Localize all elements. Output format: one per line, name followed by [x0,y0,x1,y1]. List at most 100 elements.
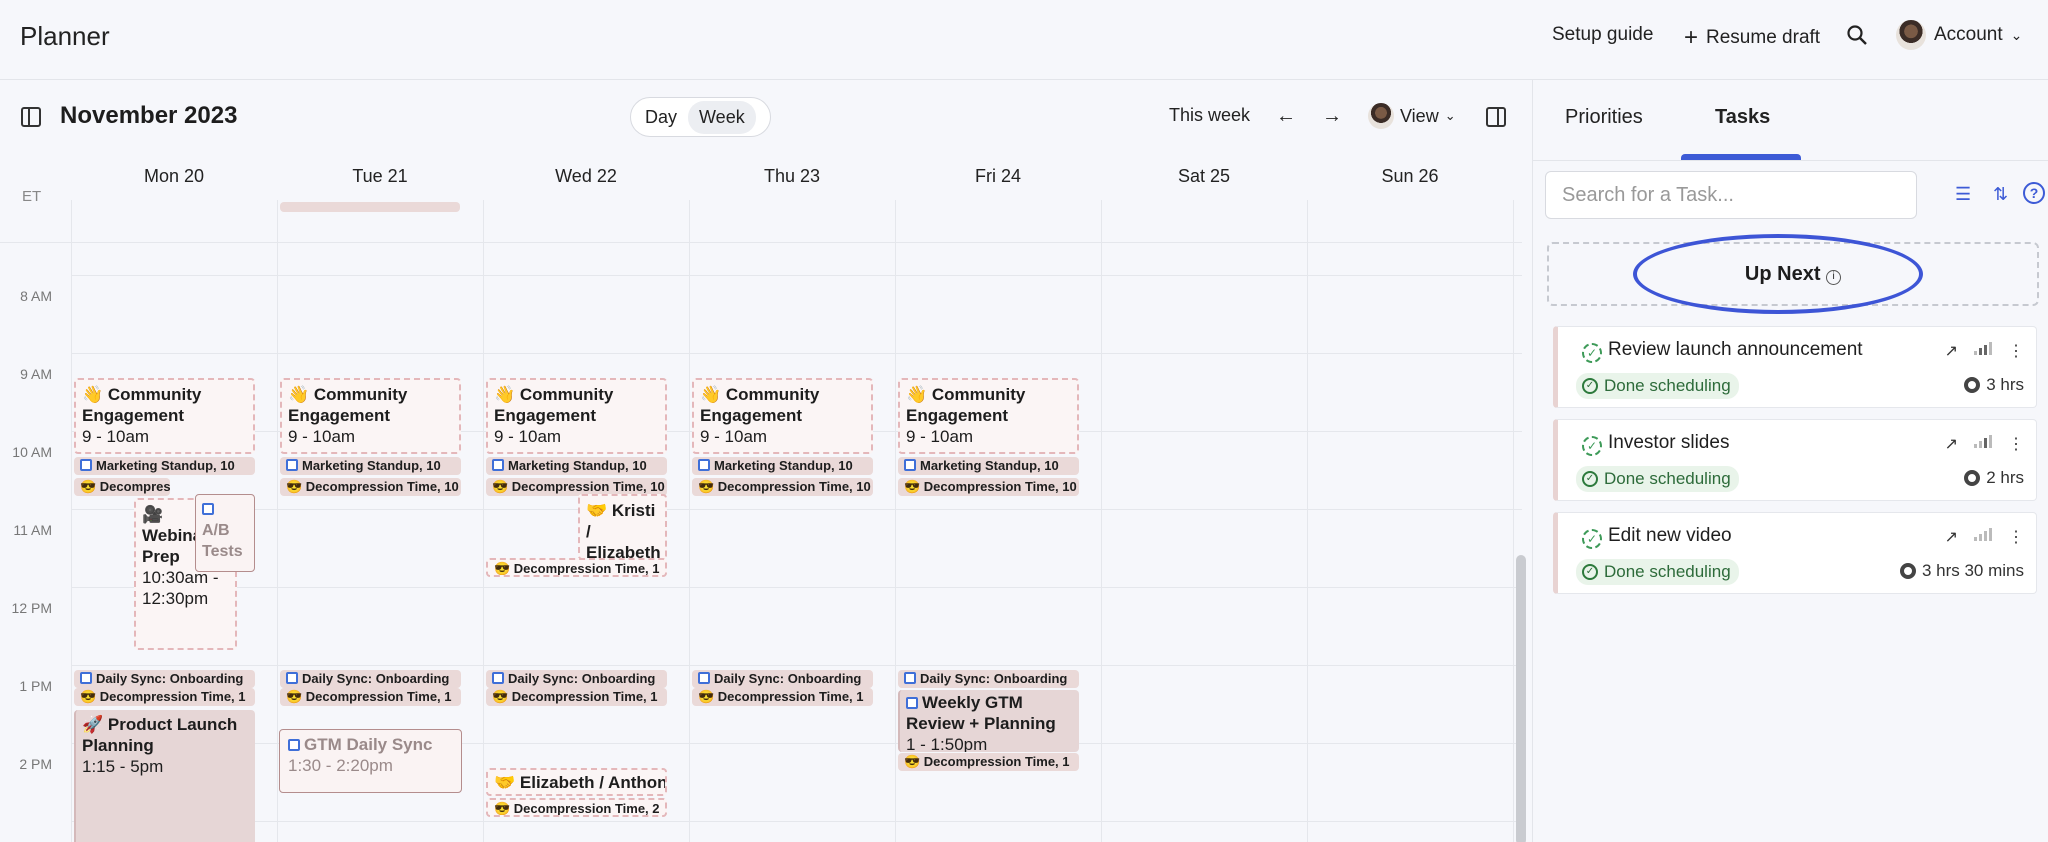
task-card[interactable]: ✓ Investor slides ↗ ⋮ ✓ Done scheduling 2… [1553,419,2037,501]
hour-label: 9 AM [20,366,52,382]
calendar-event[interactable]: 😎 Decompression Time, 10 [74,478,170,496]
this-week-button[interactable]: This week [1169,105,1250,126]
calendar-icon [288,739,300,751]
day-header[interactable]: Wed 22 [483,166,689,187]
calendar-event[interactable]: Weekly GTM Review + Planning 1 - 1:50pm [898,690,1079,752]
calendar-grid[interactable]: 8 AM 9 AM 10 AM 11 AM 12 PM 1 PM 2 PM 👋 … [0,200,1532,842]
calendar-event[interactable]: Marketing Standup, 10 [486,457,667,475]
calendar-event[interactable]: 😎 Decompression Time, 10 [280,478,461,496]
more-icon[interactable]: ⋮ [2008,434,2024,454]
hour-label: 10 AM [12,444,52,460]
calendar-event[interactable]: GTM Daily Sync 1:30 - 2:20pm [279,729,462,793]
calendar-event[interactable]: 😎 Decompression Time, 1 [898,753,1079,771]
divider [1533,160,2048,161]
scrollbar[interactable] [1516,555,1526,842]
calendar-event[interactable]: 👋 Community Engagement 9 - 10am [898,378,1079,454]
calendar-event[interactable]: Daily Sync: Onboarding [486,670,667,688]
calendar-event[interactable]: 👋 Community Engagement 9 - 10am [692,378,873,454]
tab-tasks[interactable]: Tasks [1715,106,1770,129]
task-card[interactable]: ✓ Edit new video ↗ ⋮ ✓ Done scheduling 3 … [1553,512,2037,594]
hour-line [0,242,1522,243]
day-header[interactable]: Thu 23 [689,166,895,187]
calendar-event[interactable]: 😎 Decompression Time, 1 [692,688,873,706]
day-header[interactable]: Fri 24 [895,166,1101,187]
calendar-event[interactable]: Daily Sync: Onboarding [280,670,461,688]
calendar-event[interactable]: 😎 Decompression Time, 1 [74,688,255,706]
calendar-event[interactable]: 😎 Decompression Time, 10 [692,478,873,496]
calendar-event[interactable]: 🤝 Elizabeth / Anthony [486,768,667,796]
calendar-icon [286,672,298,684]
task-name: Investor slides [1608,432,1730,453]
priority-bars-icon[interactable] [1974,341,1992,355]
event-title: A/B Tests [202,522,243,560]
arrow-right-icon[interactable]: → [1322,105,1342,128]
account-menu[interactable]: Account ⌄ [1896,20,2022,50]
calendar-event[interactable]: 😎 Decompression Time, 2 [486,798,667,817]
priority-bars-icon[interactable] [1974,527,1992,541]
search-button[interactable] [1846,24,1868,46]
open-arrow-icon[interactable]: ↗ [1945,434,1958,454]
open-arrow-icon[interactable]: ↗ [1945,341,1958,361]
calendar-event[interactable]: 😎 Decompression Time, 1 [486,558,667,577]
calendar-event[interactable]: A/B Tests [195,494,255,572]
filter-icon[interactable]: ☰ [1955,184,1971,205]
progress-ring-icon [1964,377,1981,393]
calendar-event[interactable]: Daily Sync: Onboarding [692,670,873,688]
more-icon[interactable]: ⋮ [2008,341,2024,361]
view-menu[interactable]: View ⌄ [1368,103,1456,129]
event-time: 1:15 - 5pm [82,757,164,776]
arrow-left-icon[interactable]: ← [1276,105,1296,128]
calendar-event[interactable]: Daily Sync: Onboarding [74,670,255,688]
calendar-event[interactable]: 😎 Decompression Time, 1 [486,688,667,706]
open-arrow-icon[interactable]: ↗ [1945,527,1958,547]
hour-line [72,665,1522,666]
hour-line [72,587,1522,588]
collapse-panel-icon[interactable] [1486,107,1506,127]
calendar-event[interactable]: Marketing Standup, 10 [898,457,1079,475]
check-circle-icon[interactable]: ✓ [1582,343,1602,363]
calendar-event[interactable]: 👋 Community Engagement 9 - 10am [74,378,255,454]
day-header[interactable]: Sat 25 [1101,166,1307,187]
calendar-icon [202,503,214,515]
event-time: 9 - 10am [700,427,768,446]
calendar-event[interactable]: Marketing Standup, 10 [74,457,255,475]
calendar-event[interactable]: 😎 Decompression Time, 1 [280,688,461,706]
week-view-button[interactable]: Week [688,100,756,134]
tasks-panel: Priorities Tasks Search for a Task... ☰ … [1532,80,2048,842]
calendar-icon [698,672,710,684]
task-search-input[interactable]: Search for a Task... [1545,171,1917,219]
task-card[interactable]: ✓ Review launch announcement ↗ ⋮ ✓ Done s… [1553,326,2037,408]
check-circle-icon[interactable]: ✓ [1582,529,1602,549]
collapse-sidebar-icon[interactable] [21,107,41,127]
check-circle-icon[interactable]: ✓ [1582,436,1602,456]
priority-bars-icon[interactable] [1974,434,1992,448]
calendar-event[interactable]: 👋 Community Engagement 9 - 10am [486,378,667,454]
calendar-event[interactable]: 😎 Decompression Time, 10 [898,478,1079,496]
calendar-event[interactable]: 👋 Community Engagement 9 - 10am [280,378,461,454]
sort-icon[interactable]: ⇅ [1993,184,2008,205]
day-header[interactable]: Mon 20 [71,166,277,187]
hour-line [72,509,1522,510]
resume-draft-button[interactable]: + Resume draft [1684,24,1820,52]
more-icon[interactable]: ⋮ [2008,527,2024,547]
calendar-event[interactable]: Marketing Standup, 10 [692,457,873,475]
day-header[interactable]: Tue 21 [277,166,483,187]
setup-guide-label: Setup guide [1552,24,1654,45]
task-duration: 3 hrs [1964,375,2024,395]
calendar-event[interactable]: 🚀 Product Launch Planning 1:15 - 5pm [74,710,255,842]
day-headers: ET Mon 20 Tue 21 Wed 22 Thu 23 Fri 24 Sa… [0,154,1532,205]
event-title: 😎 Decompression Time, 1 [286,689,452,704]
calendar-event[interactable]: Marketing Standup, 10 [280,457,461,475]
help-icon[interactable]: ? [2023,182,2045,204]
event-title: 👋 Community Engagement [494,385,614,425]
day-view-button[interactable]: Day [634,101,688,134]
calendar-event[interactable]: 🤝 Kristi / Elizabeth [578,494,667,560]
hour-line [72,275,1522,276]
calendar-event[interactable]: Daily Sync: Onboarding [898,670,1079,688]
tab-priorities[interactable]: Priorities [1565,106,1643,129]
up-next-dropzone[interactable]: Up Next i [1547,234,2039,314]
calendar-event[interactable] [280,202,460,212]
day-header[interactable]: Sun 26 [1307,166,1513,187]
setup-guide-link[interactable]: Setup guide [1552,24,1653,46]
plus-icon: + [1684,24,1699,51]
